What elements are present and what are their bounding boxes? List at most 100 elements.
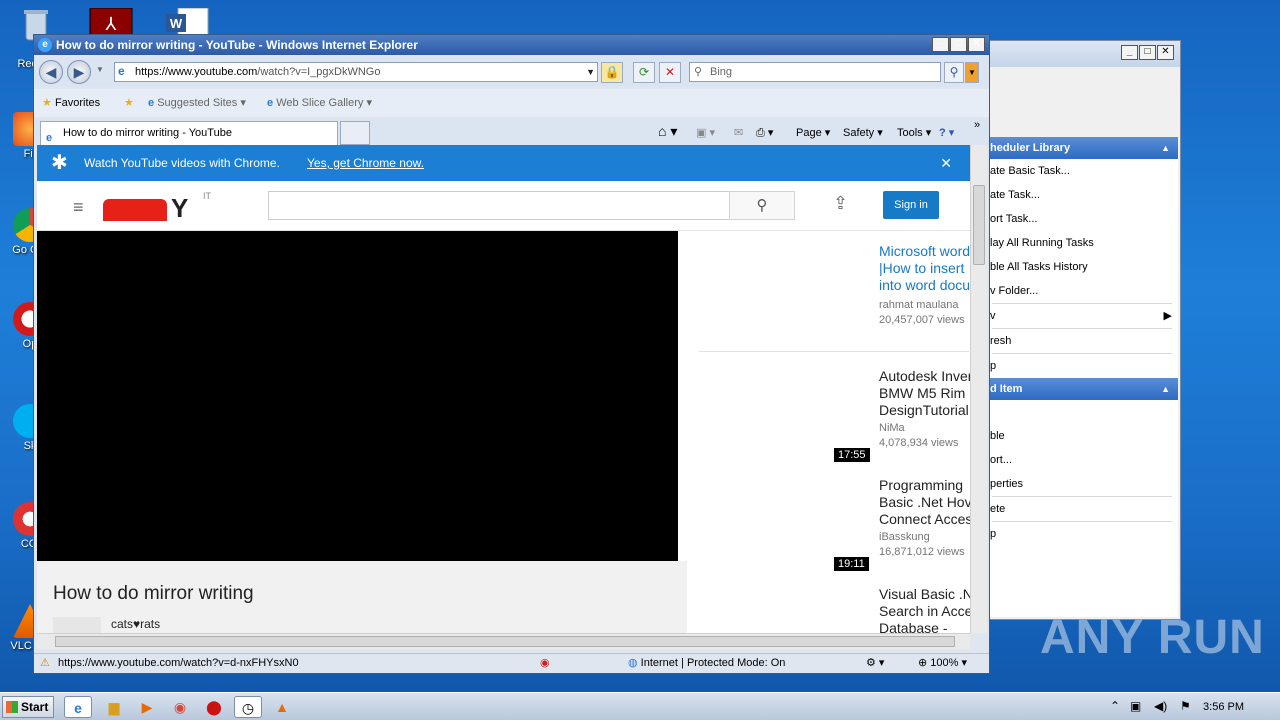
suggested-sites-link[interactable]: e Suggested Sites ▾ bbox=[148, 96, 246, 109]
tools-menu[interactable]: Tools ▾ bbox=[897, 126, 931, 139]
zoom-level[interactable]: ⊕ 100% ▾ bbox=[918, 654, 967, 672]
tray-flag-icon[interactable]: ⚑ bbox=[1180, 699, 1191, 713]
forward-button[interactable]: ▶ bbox=[67, 60, 91, 84]
action-display-running[interactable]: lay All Running Tasks bbox=[986, 231, 1178, 255]
video-thumbnail[interactable] bbox=[687, 586, 857, 633]
rec-views: 16,871,012 views bbox=[879, 546, 965, 558]
menu-icon[interactable]: ≡ bbox=[73, 197, 84, 218]
search-button[interactable]: ⚲ bbox=[944, 62, 964, 83]
actions-section-selected-item[interactable]: d Item ▲ bbox=[986, 378, 1178, 400]
feeds-button[interactable]: ▣ ▾ bbox=[696, 126, 715, 139]
action-properties[interactable]: perties bbox=[986, 472, 1178, 496]
start-label: Start bbox=[21, 700, 49, 714]
back-button[interactable]: ◀ bbox=[39, 60, 63, 84]
upload-icon[interactable]: ⇪ bbox=[833, 193, 848, 214]
lock-icon[interactable]: 🔒 bbox=[601, 62, 623, 83]
rec-title-line: Connect Acces bbox=[879, 511, 970, 527]
close-icon[interactable]: ✕ bbox=[940, 145, 952, 181]
favorites-button[interactable]: ★ Favorites bbox=[42, 96, 100, 109]
action-refresh[interactable]: resh bbox=[986, 329, 1178, 353]
taskbar-ie-icon[interactable]: e bbox=[64, 696, 92, 718]
tab-youtube[interactable]: e How to do mirror writing - YouTube bbox=[40, 121, 338, 145]
tray-expand-icon[interactable]: ⌃ bbox=[1110, 699, 1120, 713]
action-enable-history[interactable]: ble All Tasks History bbox=[986, 255, 1178, 279]
home-button[interactable]: ⌂ ▾ bbox=[658, 123, 677, 140]
url-host: https://www.youtube.com bbox=[135, 66, 258, 78]
window-title: How to do mirror writing - YouTube - Win… bbox=[56, 38, 418, 52]
maximize-button[interactable]: □ bbox=[950, 37, 967, 52]
page-menu[interactable]: Page ▾ bbox=[796, 126, 830, 139]
help-icon[interactable]: ? ▾ bbox=[939, 126, 954, 139]
divider bbox=[699, 351, 969, 352]
promo-link[interactable]: Yes, get Chrome now. bbox=[307, 145, 424, 181]
address-input[interactable]: e https://www.youtube.com/watch?v=I_pgxD… bbox=[114, 62, 598, 82]
horizontal-scrollbar[interactable] bbox=[37, 633, 970, 649]
sign-in-button[interactable]: Sign in bbox=[883, 191, 939, 219]
scrollbar-thumb[interactable] bbox=[973, 185, 985, 265]
collapse-icon[interactable]: ▲ bbox=[1161, 137, 1170, 159]
address-dropdown-icon[interactable]: ▼ bbox=[586, 63, 595, 81]
action-create-task[interactable]: ate Task... bbox=[986, 183, 1178, 207]
rec-title-line: into word docu bbox=[879, 277, 970, 293]
start-button[interactable]: Start bbox=[2, 696, 54, 718]
recommendation-item[interactable]: Microsoft word |How to insert into word … bbox=[687, 243, 970, 353]
recent-pages-dropdown-icon[interactable]: ▼ bbox=[96, 65, 104, 74]
close-button[interactable]: ✕ bbox=[1157, 45, 1174, 60]
recommendation-item[interactable]: 17:55 Autodesk Inver BMW M5 Rim DesignTu… bbox=[687, 368, 970, 478]
recommendation-item[interactable]: 19:11 Programming Basic .Net Hov Connect… bbox=[687, 477, 970, 587]
taskbar-scheduler-icon[interactable]: ◷ bbox=[234, 696, 262, 718]
video-thumbnail[interactable] bbox=[687, 243, 857, 339]
search-input[interactable]: ⚲ Bing bbox=[689, 62, 941, 82]
minimize-button[interactable]: _ bbox=[1121, 45, 1138, 60]
tray-network-icon[interactable]: ▣ bbox=[1130, 699, 1141, 713]
action-create-basic-task[interactable]: ate Basic Task... bbox=[986, 159, 1178, 183]
action-disable[interactable]: ble bbox=[986, 424, 1178, 448]
read-mail-button[interactable]: ✉ bbox=[734, 126, 743, 139]
chevron-more-icon[interactable]: » bbox=[974, 119, 980, 131]
action-delete[interactable]: ete bbox=[986, 497, 1178, 521]
action-help[interactable]: p bbox=[986, 354, 1178, 378]
taskbar-media-player-icon[interactable]: ▶ bbox=[133, 696, 161, 718]
taskbar-opera-icon[interactable]: ⬤ bbox=[200, 696, 228, 718]
video-thumbnail[interactable] bbox=[687, 477, 857, 573]
tray-volume-icon[interactable]: ◀) bbox=[1154, 699, 1167, 713]
actions-section-library[interactable]: heduler Library ▲ bbox=[986, 137, 1178, 159]
clock[interactable]: 3:56 PM bbox=[1203, 693, 1244, 720]
safety-menu-label: Safety bbox=[843, 127, 875, 139]
svg-text:W: W bbox=[170, 16, 183, 31]
stop-button[interactable]: ✕ bbox=[659, 62, 681, 83]
scrollbar-thumb[interactable] bbox=[55, 636, 955, 647]
safety-menu[interactable]: Safety ▾ bbox=[843, 126, 883, 139]
action-new-folder[interactable]: v Folder... bbox=[986, 279, 1178, 303]
action-view[interactable]: v ▶ bbox=[986, 304, 1178, 328]
taskbar-vlc-icon[interactable]: ▲ bbox=[268, 696, 296, 718]
maximize-button[interactable]: □ bbox=[1139, 45, 1156, 60]
youtube-search-button[interactable]: ⚲ bbox=[729, 191, 795, 220]
channel-name[interactable]: cats♥rats bbox=[111, 617, 160, 631]
web-slice-gallery-link[interactable]: e Web Slice Gallery ▾ bbox=[267, 96, 372, 109]
chrome-promo-banner: ✱ Watch YouTube videos with Chrome. Yes,… bbox=[37, 145, 970, 181]
protected-mode-icon[interactable]: ⚙ ▾ bbox=[866, 654, 884, 672]
taskbar-chrome-icon[interactable]: ◉ bbox=[166, 696, 194, 718]
action-import-task[interactable]: ort Task... bbox=[986, 207, 1178, 231]
recommendation-item[interactable]: Visual Basic .N Search in Acce Database … bbox=[687, 586, 970, 633]
action-export[interactable]: ort... bbox=[986, 448, 1178, 472]
youtube-logo[interactable] bbox=[103, 199, 167, 221]
collapse-icon[interactable]: ▲ bbox=[1161, 378, 1170, 400]
vertical-scrollbar[interactable] bbox=[970, 145, 987, 633]
add-favorites-icon[interactable]: ★ bbox=[124, 96, 134, 109]
youtube-search-input[interactable] bbox=[268, 191, 730, 220]
action-help-2[interactable]: p bbox=[986, 522, 1178, 546]
video-thumbnail[interactable] bbox=[687, 368, 857, 464]
video-player[interactable] bbox=[37, 231, 678, 561]
print-button[interactable]: ⎙ ▾ bbox=[756, 126, 773, 140]
search-options-icon[interactable]: ▼ bbox=[965, 62, 979, 83]
close-button[interactable]: ✕ bbox=[968, 37, 985, 52]
new-tab-button[interactable] bbox=[340, 121, 370, 145]
ie-page-icon: e bbox=[118, 64, 125, 78]
avatar[interactable] bbox=[53, 617, 101, 633]
refresh-button[interactable]: ⟳ bbox=[633, 62, 655, 83]
rec-title-line: Basic .Net Hov bbox=[879, 494, 970, 510]
taskbar-explorer-icon[interactable]: ▆ bbox=[100, 696, 128, 718]
minimize-button[interactable]: _ bbox=[932, 37, 949, 52]
